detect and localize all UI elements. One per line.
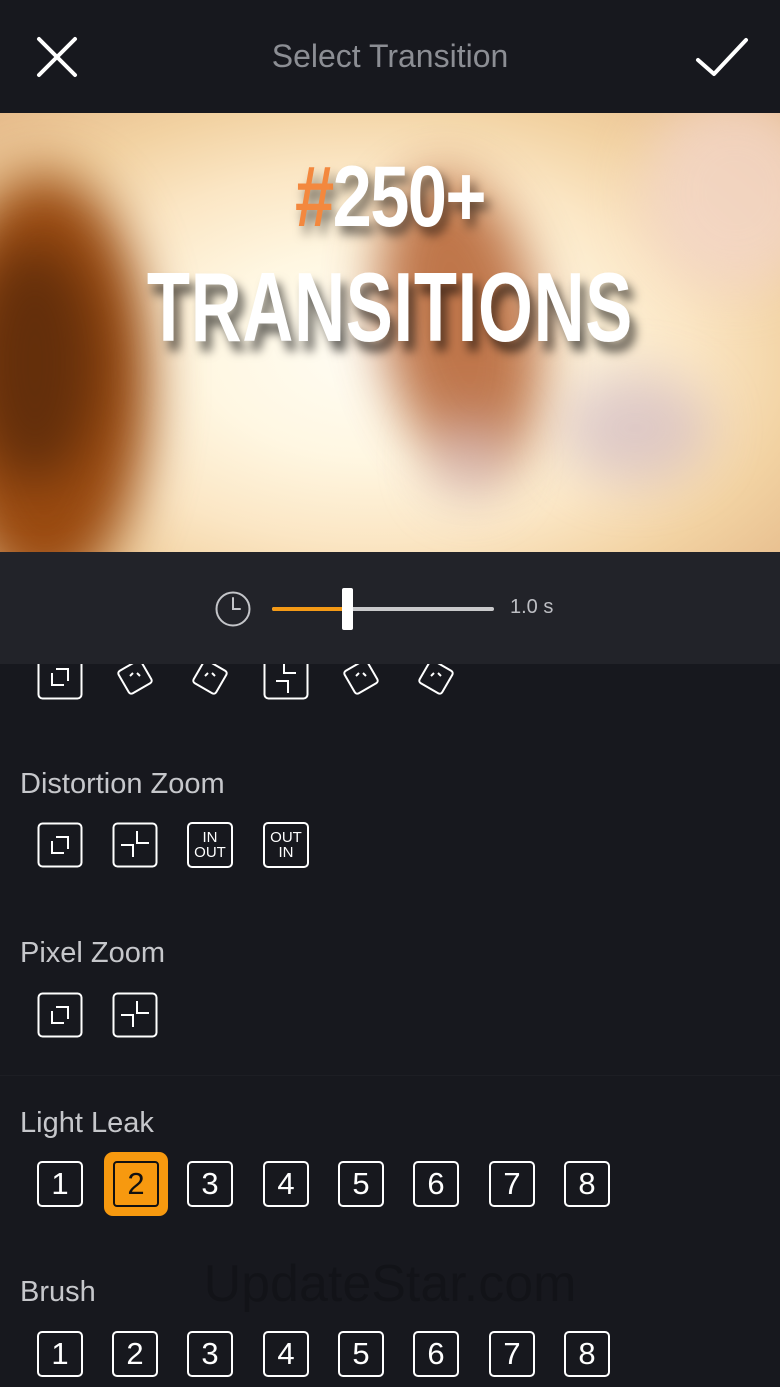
- light-leak-tile-2[interactable]: 2: [104, 1152, 168, 1216]
- tile-number: 2: [126, 1336, 144, 1371]
- arrows-in-icon: [37, 664, 83, 700]
- distortion-zoom-out-tile[interactable]: [112, 822, 158, 868]
- tile-number: 5: [352, 1336, 370, 1371]
- arrows-out-icon: [263, 664, 309, 700]
- selected-tile-frame: 2: [113, 1161, 159, 1207]
- rotate-tile[interactable]: [187, 664, 233, 700]
- light-leak-tile-8[interactable]: 8: [564, 1161, 610, 1207]
- rotate-tile[interactable]: [112, 664, 158, 700]
- rotate-tile[interactable]: [413, 664, 459, 700]
- promo-subtitle: TRANSITIONS: [146, 252, 634, 362]
- brush-tile-6[interactable]: 6: [413, 1331, 459, 1377]
- promo-hash: #: [295, 149, 334, 245]
- top-bar: Select Transition: [0, 0, 780, 113]
- tile-number: 3: [201, 1166, 219, 1201]
- tile-number: 4: [277, 1166, 295, 1201]
- tile-number: 2: [127, 1166, 145, 1201]
- confirm-button[interactable]: [690, 28, 754, 88]
- arrows-out-icon: [112, 992, 158, 1038]
- tilted-square-icon: [117, 664, 153, 695]
- brush-tile-4[interactable]: 4: [263, 1331, 309, 1377]
- section-label-pixel-zoom: Pixel Zoom: [20, 937, 166, 969]
- list-divider: [0, 1075, 780, 1076]
- arrows-in-icon: [37, 822, 83, 868]
- zoom-out-tile[interactable]: [263, 664, 309, 700]
- light-leak-tile-4[interactable]: 4: [263, 1161, 309, 1207]
- section-label-light-leak: Light Leak: [20, 1107, 154, 1139]
- tile-number: 7: [503, 1336, 521, 1371]
- arrows-out-icon: [112, 822, 158, 868]
- brush-tile-7[interactable]: 7: [489, 1331, 535, 1377]
- tilted-square-icon: [192, 664, 228, 695]
- watermark: UpdateStar.com: [203, 1255, 577, 1313]
- clock-icon: [215, 591, 251, 627]
- pixel-zoom-out-tile[interactable]: [112, 992, 158, 1038]
- preview-blur-shape: [560, 373, 710, 483]
- section-label-distortion-zoom: Distortion Zoom: [20, 768, 225, 800]
- brush-tile-2[interactable]: 2: [112, 1331, 158, 1377]
- tile-number: 7: [503, 1166, 521, 1201]
- promo-number: 250+: [332, 149, 487, 245]
- zoom-in-tile[interactable]: [37, 664, 83, 700]
- tile-text: OUT: [270, 829, 302, 846]
- tile-number: 3: [201, 1336, 219, 1371]
- tile-number: 6: [427, 1166, 445, 1201]
- arrows-in-icon: [37, 992, 83, 1038]
- light-leak-tile-6[interactable]: 6: [413, 1161, 459, 1207]
- tile-number: 5: [352, 1166, 370, 1201]
- tile-number: 6: [427, 1336, 445, 1371]
- duration-slider[interactable]: [272, 588, 494, 630]
- brush-tile-8[interactable]: 8: [564, 1331, 610, 1377]
- slider-thumb[interactable]: [342, 588, 354, 630]
- tile-number: 8: [578, 1166, 596, 1201]
- distortion-zoom-out-in-tile[interactable]: OUT IN: [263, 822, 309, 868]
- distortion-zoom-in-out-tile[interactable]: IN OUT: [187, 822, 233, 868]
- tile-number: 1: [51, 1336, 69, 1371]
- promo-headline: #250+: [70, 151, 710, 243]
- brush-tile-1[interactable]: 1: [37, 1331, 83, 1377]
- checkmark-icon: [696, 38, 748, 76]
- light-leak-tile-5[interactable]: 5: [338, 1161, 384, 1207]
- distortion-zoom-in-tile[interactable]: [37, 822, 83, 868]
- pixel-zoom-in-tile[interactable]: [37, 992, 83, 1038]
- brush-tile-3[interactable]: 3: [187, 1331, 233, 1377]
- tilted-square-icon: [343, 664, 379, 695]
- tilted-square-icon: [418, 664, 454, 695]
- duration-value: 1.0 s: [510, 596, 554, 618]
- tile-text: IN: [202, 829, 218, 846]
- light-leak-tile-1[interactable]: 1: [37, 1161, 83, 1207]
- rotate-tile[interactable]: [338, 664, 384, 700]
- video-preview: #250+ TRANSITIONS: [0, 113, 780, 552]
- slider-fill: [272, 607, 348, 611]
- brush-tile-5[interactable]: 5: [338, 1331, 384, 1377]
- page-title: Select Transition: [271, 38, 509, 74]
- preview-blur-shape: [430, 413, 510, 503]
- tile-number: 4: [277, 1336, 295, 1371]
- light-leak-tile-3[interactable]: 3: [187, 1161, 233, 1207]
- tile-text: OUT: [194, 844, 226, 861]
- tile-number: 1: [51, 1166, 69, 1201]
- light-leak-tile-7[interactable]: 7: [489, 1161, 535, 1207]
- tile-text: IN: [278, 844, 294, 861]
- tile-number: 8: [578, 1336, 596, 1371]
